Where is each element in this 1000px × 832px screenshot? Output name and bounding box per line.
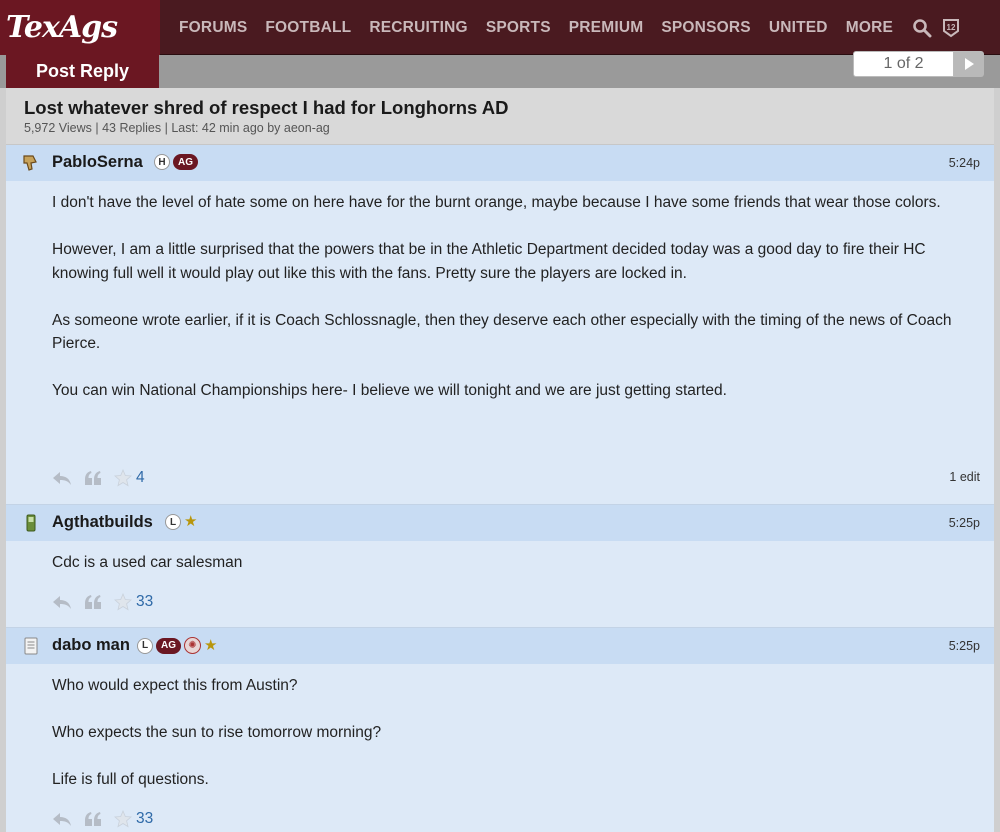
page-indicator[interactable]: 1 of 2 bbox=[853, 51, 954, 77]
document-icon bbox=[22, 637, 40, 655]
nav-sports[interactable]: SPORTS bbox=[486, 19, 551, 37]
like-count[interactable]: 33 bbox=[136, 593, 153, 611]
post-body: Who would expect this from Austin? Who e… bbox=[52, 674, 972, 815]
next-page-button[interactable] bbox=[954, 51, 984, 77]
badge-letter[interactable]: L bbox=[165, 514, 181, 530]
post-paragraph: Life is full of questions. bbox=[52, 771, 209, 788]
quote-icon[interactable] bbox=[84, 811, 102, 827]
team-logo-icon[interactable]: ✺ bbox=[184, 637, 201, 654]
phone-icon bbox=[22, 514, 40, 532]
reply-icon[interactable] bbox=[52, 811, 72, 827]
nav-recruiting[interactable]: RECRUITING bbox=[369, 19, 467, 37]
user-badges: L AG ✺ ★ bbox=[137, 637, 217, 654]
thread-title: Lost whatever shred of respect I had for… bbox=[24, 97, 509, 118]
like-count[interactable]: 4 bbox=[136, 469, 145, 487]
nav-premium[interactable]: PREMIUM bbox=[569, 19, 644, 37]
username[interactable]: dabo man bbox=[52, 636, 130, 655]
post-reply-button[interactable]: Post Reply bbox=[6, 55, 159, 88]
post-paragraph: Cdc is a used car salesman bbox=[52, 554, 243, 571]
post-body: Cdc is a used car salesman bbox=[52, 551, 972, 598]
nav-united[interactable]: UNITED bbox=[769, 19, 828, 37]
post-paragraph: Who would expect this from Austin? bbox=[52, 677, 298, 694]
user-badges: L ★ bbox=[165, 514, 197, 530]
thread-header: Lost whatever shred of respect I had for… bbox=[6, 88, 994, 145]
badge-letter[interactable]: L bbox=[137, 637, 153, 654]
reply-icon[interactable] bbox=[52, 470, 72, 486]
post: dabo man L AG ✺ ★ 5:25p Who would expect… bbox=[6, 628, 994, 832]
search-icon[interactable] bbox=[912, 18, 932, 38]
nav-sponsors[interactable]: SPONSORS bbox=[661, 19, 750, 37]
quote-icon[interactable] bbox=[84, 594, 102, 610]
username[interactable]: Agthatbuilds bbox=[52, 513, 153, 532]
post-header: dabo man L AG ✺ ★ 5:25p bbox=[6, 628, 994, 664]
post-actions: 33 bbox=[52, 808, 165, 830]
post-actions: 4 bbox=[52, 467, 157, 489]
post-paragraph: Who expects the sun to rise tomorrow mor… bbox=[52, 724, 382, 741]
badge-ag[interactable]: AG bbox=[156, 637, 181, 654]
post-actions: 33 bbox=[52, 591, 165, 613]
twelve-icon[interactable]: 12 bbox=[942, 18, 960, 38]
post: PabloSerna H AG 5:24p I don't have the l… bbox=[6, 145, 994, 505]
quote-icon[interactable] bbox=[84, 470, 102, 486]
play-right-icon bbox=[965, 58, 974, 70]
edit-note[interactable]: 1 edit bbox=[949, 470, 980, 484]
star-icon[interactable]: 33 bbox=[114, 810, 153, 828]
username[interactable]: PabloSerna bbox=[52, 153, 143, 172]
post-time[interactable]: 5:24p bbox=[949, 156, 980, 170]
thread-meta: 5,972 Views | 43 Replies | Last: 42 min … bbox=[24, 121, 330, 135]
site-logo[interactable]: TexAgs bbox=[0, 0, 160, 55]
badge-star[interactable]: ★ bbox=[184, 514, 197, 530]
post-time[interactable]: 5:25p bbox=[949, 516, 980, 530]
post-paragraph: However, I am a little surprised that th… bbox=[52, 241, 926, 282]
site-logo-text[interactable]: TexAgs bbox=[6, 10, 118, 45]
star-icon[interactable]: 33 bbox=[114, 593, 153, 611]
like-count[interactable]: 33 bbox=[136, 810, 153, 828]
badge-ag[interactable]: AG bbox=[173, 154, 198, 170]
star-icon[interactable]: 4 bbox=[114, 469, 145, 487]
user-badges: H AG bbox=[154, 154, 198, 170]
post-paragraph: As someone wrote earlier, if it is Coach… bbox=[52, 311, 952, 353]
post-time[interactable]: 5:25p bbox=[949, 639, 980, 653]
post: Agthatbuilds L ★ 5:25p Cdc is a used car… bbox=[6, 505, 994, 628]
post-paragraph: I don't have the level of hate some on h… bbox=[52, 194, 941, 211]
reply-icon[interactable] bbox=[52, 594, 72, 610]
nav-football[interactable]: FOOTBALL bbox=[265, 19, 351, 37]
svg-text:12: 12 bbox=[947, 23, 956, 32]
post-body: I don't have the level of hate some on h… bbox=[52, 191, 972, 426]
pagination: 1 of 2 bbox=[853, 51, 984, 77]
post-header: Agthatbuilds L ★ 5:25p bbox=[6, 505, 994, 541]
thumbs-down-icon bbox=[22, 154, 40, 172]
nav-forums[interactable]: FORUMS bbox=[179, 19, 247, 37]
badge-letter[interactable]: H bbox=[154, 154, 170, 170]
post-paragraph: You can win National Championships here-… bbox=[52, 382, 727, 399]
nav-more[interactable]: MORE bbox=[846, 19, 893, 37]
post-header: PabloSerna H AG 5:24p bbox=[6, 145, 994, 181]
badge-star[interactable]: ★ bbox=[204, 637, 217, 654]
top-navbar: TexAgs FORUMS FOOTBALL RECRUITING SPORTS… bbox=[0, 0, 1000, 55]
main-nav: FORUMS FOOTBALL RECRUITING SPORTS PREMIU… bbox=[170, 0, 960, 55]
